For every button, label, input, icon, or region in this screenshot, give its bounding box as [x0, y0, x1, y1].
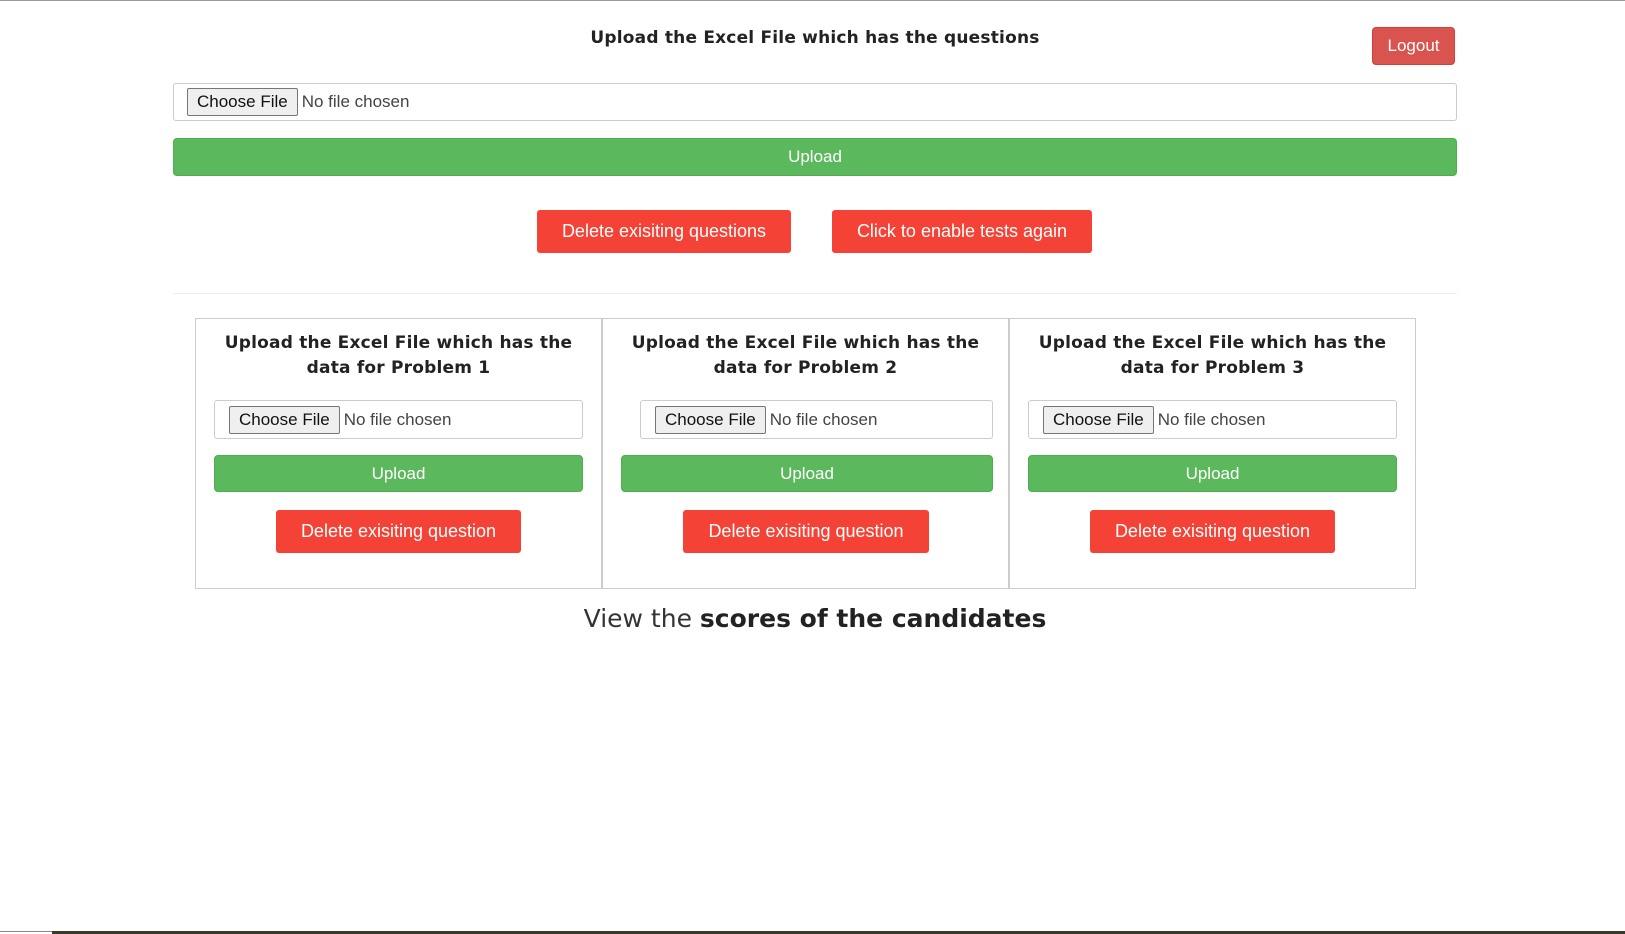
- problem-1-file-input[interactable]: Choose File No file chosen: [214, 400, 583, 439]
- problem-3-file-input[interactable]: Choose File No file chosen: [1028, 400, 1397, 439]
- problem-heading-line2: data for Problem 3: [1120, 358, 1305, 378]
- enable-tests-button[interactable]: Click to enable tests again: [832, 210, 1092, 253]
- file-status-text: No file chosen: [301, 92, 410, 111]
- problem-1-panel: Upload the Excel File which has the data…: [195, 318, 602, 589]
- problem-heading-line1: Upload the Excel File which has the: [1038, 333, 1387, 353]
- problem-2-delete-button[interactable]: Delete exisiting question: [683, 510, 929, 553]
- choose-file-button[interactable]: Choose File: [229, 405, 340, 434]
- choose-file-button[interactable]: Choose File: [1043, 405, 1154, 434]
- logout-button[interactable]: Logout: [1372, 27, 1455, 65]
- taskbar-edge-left: [0, 931, 52, 932]
- problem-heading: Upload the Excel File which has the data…: [1010, 331, 1415, 381]
- problem-heading-line1: Upload the Excel File which has the: [631, 333, 980, 353]
- problem-3-delete-button[interactable]: Delete exisiting question: [1090, 510, 1335, 553]
- problem-1-delete-button[interactable]: Delete exisiting question: [276, 510, 521, 553]
- problem-1-upload-button[interactable]: Upload: [214, 455, 583, 492]
- problem-heading-line1: Upload the Excel File which has the: [224, 333, 573, 353]
- file-status-text: No file chosen: [769, 409, 878, 429]
- problem-3-panel: Upload the Excel File which has the data…: [1009, 318, 1416, 589]
- questions-file-input[interactable]: Choose File No file chosen: [173, 83, 1457, 121]
- view-scores-line: View the scores of the candidates: [173, 604, 1457, 633]
- file-status-text: No file chosen: [343, 409, 452, 429]
- questions-upload-heading: Upload the Excel File which has the ques…: [590, 28, 1040, 48]
- delete-existing-questions-button[interactable]: Delete exisiting questions: [537, 210, 791, 253]
- section-divider: [173, 293, 1457, 294]
- problem-heading-line2: data for Problem 1: [306, 358, 491, 378]
- problem-2-upload-button[interactable]: Upload: [621, 455, 993, 492]
- problem-2-file-input[interactable]: Choose File No file chosen: [640, 400, 993, 439]
- upload-questions-button[interactable]: Upload: [173, 138, 1457, 176]
- problem-heading: Upload the Excel File which has the data…: [603, 331, 1008, 381]
- problem-heading: Upload the Excel File which has the data…: [196, 331, 601, 381]
- problem-3-upload-button[interactable]: Upload: [1028, 455, 1397, 492]
- choose-file-button[interactable]: Choose File: [655, 405, 766, 434]
- file-status-text: No file chosen: [1157, 409, 1266, 429]
- admin-upload-page: Upload the Excel File which has the ques…: [0, 0, 1625, 934]
- problem-heading-line2: data for Problem 2: [713, 358, 898, 378]
- top-border: [0, 0, 1625, 1]
- scores-link[interactable]: scores of the candidates: [700, 604, 1046, 633]
- choose-file-button[interactable]: Choose File: [187, 88, 298, 116]
- problem-2-panel: Upload the Excel File which has the data…: [602, 318, 1009, 589]
- view-scores-prefix: View the: [583, 604, 692, 633]
